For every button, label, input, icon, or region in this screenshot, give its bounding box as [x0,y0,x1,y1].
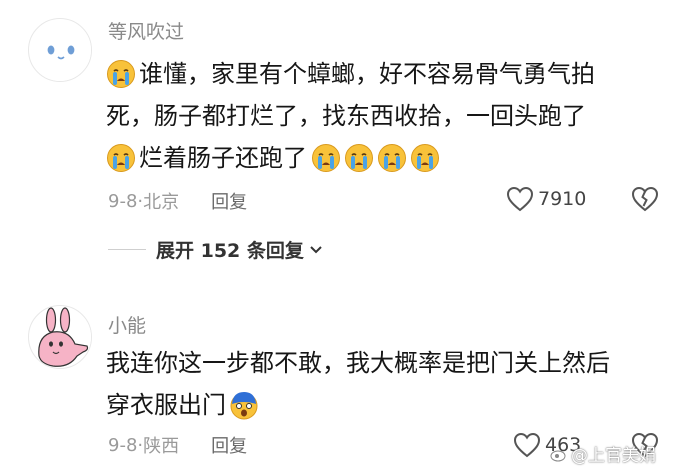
comment-date: 9-8 [108,434,138,456]
cloud-face-avatar-icon [30,20,91,81]
comment-line: 死，肠子都打烂了，找东西收拾，一回头跑了 [106,95,666,137]
heart-icon [506,186,534,212]
expand-replies-button[interactable]: 展开 152 条回复 [108,236,324,263]
like-button[interactable]: 7910 [506,186,586,212]
scared-face-emoji [229,390,259,420]
crying-face-emoji [311,143,341,173]
watermark-text: @上官美娟 [571,446,656,466]
avatar[interactable] [28,305,92,369]
comment-line: 谁懂，家里有个蟑螂，好不容易骨气勇气拍 [106,53,666,95]
pink-rabbit-avatar-icon [30,307,91,368]
avatar[interactable] [28,18,92,82]
comment-line-text: 死，肠子都打烂了，找东西收拾，一回头跑了 [106,102,586,130]
crying-face-emoji [410,143,440,173]
comment-line: 穿衣服出门 [106,384,666,426]
comment-line: 烂着肠子还跑了 [106,137,666,179]
comment-line-text: 穿衣服出门 [106,391,226,419]
chevron-down-icon [310,245,322,253]
comment-text: 我连你这一步都不敢，我大概率是把门关上然后 穿衣服出门 [106,342,666,426]
comment-username[interactable]: 等风吹过 [108,17,184,44]
reply-button[interactable]: 回复 [211,188,247,214]
comment-text: 谁懂，家里有个蟑螂，好不容易骨气勇气拍 死，肠子都打烂了，找东西收拾，一回头跑了… [106,53,666,179]
comment-meta: 9-8 · 北京 回复 [108,188,247,214]
broken-heart-icon [631,186,659,212]
crying-face-emoji [106,143,136,173]
comment-location: 陕西 [143,436,180,457]
like-count: 7910 [538,188,587,210]
watermark: @上官美娟 [550,441,656,466]
dislike-button[interactable] [631,186,659,216]
comment-line: 我连你这一步都不敢，我大概率是把门关上然后 [106,342,666,384]
comment-location: 北京 [143,192,180,213]
comment-meta: 9-8 · 陕西 回复 [108,432,247,458]
comment-line-text: 烂着肠子还跑了 [139,144,307,172]
comment-username[interactable]: 小能 [108,311,146,338]
comment-line-text: 谁懂，家里有个蟑螂，好不容易骨气勇气拍 [139,60,595,88]
weibo-logo-icon [550,450,566,461]
crying-face-emoji [344,143,374,173]
comment-date: 9-8 [108,190,138,212]
crying-face-emoji [106,59,136,89]
comment-line-text: 我连你这一步都不敢，我大概率是把门关上然后 [106,349,610,377]
divider [108,249,146,250]
crying-face-emoji [377,143,407,173]
heart-icon [513,432,541,458]
expand-replies-label: 展开 152 条回复 [156,240,304,262]
reply-button[interactable]: 回复 [211,432,247,458]
